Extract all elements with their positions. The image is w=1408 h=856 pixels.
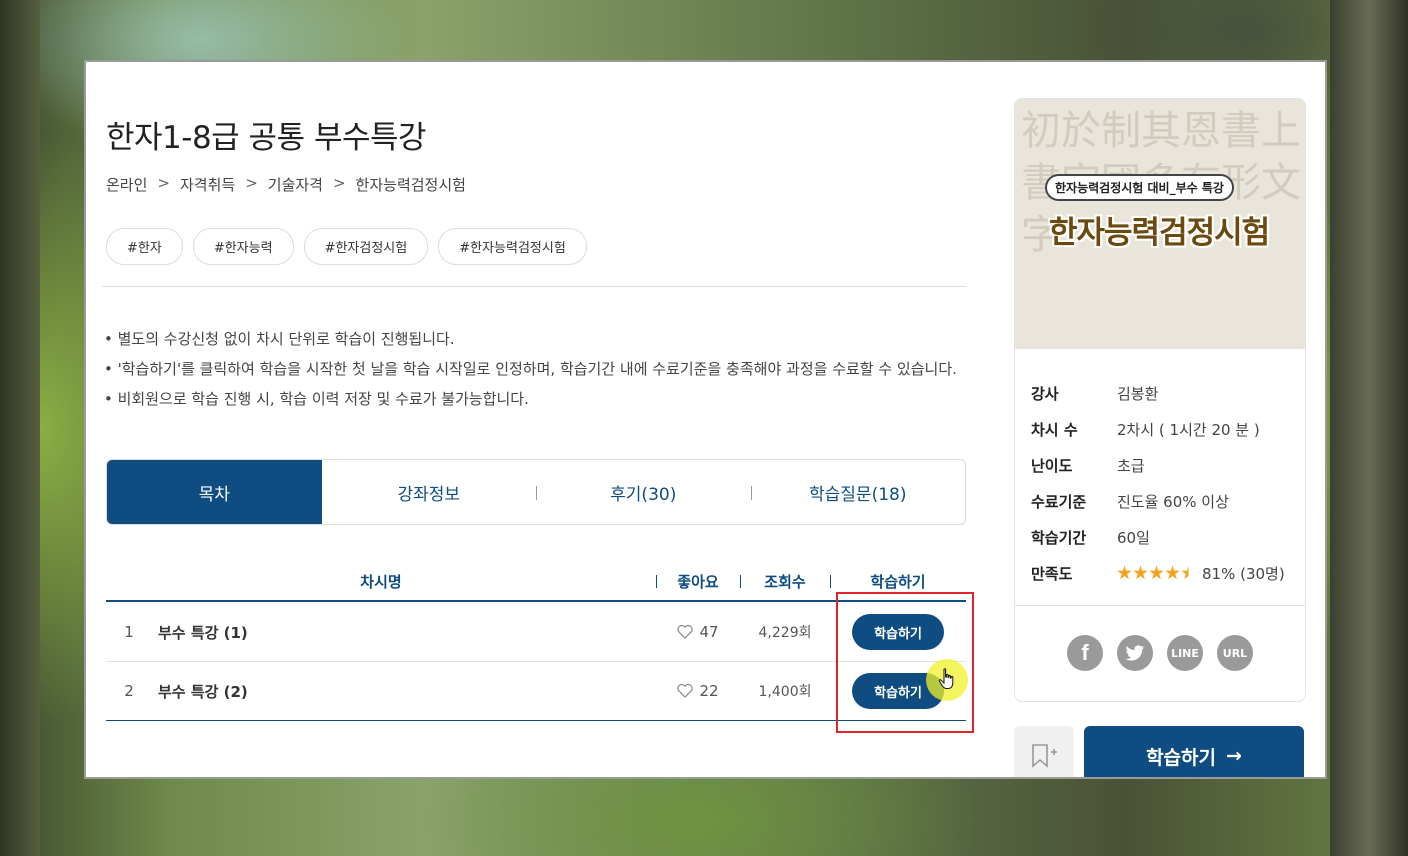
lesson-number: 1 bbox=[124, 623, 134, 641]
thumbnail-headline: 한자능력검정시험 bbox=[1049, 215, 1270, 251]
star-icon bbox=[1133, 565, 1148, 580]
info-value: 60일 bbox=[1117, 528, 1150, 547]
info-value: 초급 bbox=[1117, 456, 1145, 475]
divider bbox=[102, 286, 966, 287]
tag-list: #한자 #한자능력 #한자검정시험 #한자능력검정시험 bbox=[106, 228, 587, 265]
tab-course-info[interactable]: 강좌정보 bbox=[322, 460, 537, 524]
breadcrumb-item[interactable]: 기술자격 bbox=[268, 174, 323, 195]
course-tabs: 목차 강좌정보 후기(30) 학습질문(18) bbox=[106, 459, 966, 525]
bookmark-add-icon bbox=[1032, 744, 1057, 768]
likes-count: 47 bbox=[699, 623, 719, 641]
rating-stars bbox=[1117, 565, 1196, 581]
info-key: 차시 수 bbox=[1031, 420, 1078, 439]
info-key: 강사 bbox=[1031, 384, 1059, 403]
tree-trunk bbox=[0, 0, 40, 856]
arrow-right-icon: → bbox=[1226, 745, 1242, 767]
info-value: 진도율 60% 이상 bbox=[1117, 492, 1229, 511]
info-key: 학습기간 bbox=[1031, 528, 1087, 547]
note-line: • 별도의 수강신청 없이 차시 단위로 학습이 진행됩니다. bbox=[104, 330, 455, 348]
tag-chip[interactable]: #한자검정시험 bbox=[303, 228, 429, 265]
course-info-list: 강사 김봉환 차시 수 2차시 ( 1시간 20 분 ) 난이도 초급 수료기준 진도율… bbox=[1031, 375, 1285, 591]
tab-questions[interactable]: 학습질문(18) bbox=[750, 460, 966, 524]
course-notes: • 별도의 수강신청 없이 차시 단위로 학습이 진행됩니다. • '학습하기'… bbox=[104, 324, 957, 414]
tab-reviews[interactable]: 후기(30) bbox=[536, 460, 751, 524]
info-key: 만족도 bbox=[1031, 564, 1073, 583]
hand-cursor-icon bbox=[938, 668, 954, 689]
divider bbox=[1015, 605, 1305, 606]
course-thumbnail: 初於制其恩書上書字國多有形文字 한자능력검정시험 대비_부수 특강 한자능력검정… bbox=[1015, 99, 1305, 349]
course-summary-card: 初於制其恩書上書字國多有形文字 한자능력검정시험 대비_부수 특강 한자능력검정… bbox=[1014, 98, 1306, 702]
likes-cell: 22 bbox=[656, 682, 740, 700]
tab-toc[interactable]: 목차 bbox=[107, 460, 322, 524]
col-views: 조회수 bbox=[740, 571, 830, 592]
heart-icon[interactable] bbox=[677, 684, 694, 698]
start-study-button[interactable]: 학습하기 → bbox=[1084, 726, 1304, 777]
star-icon bbox=[1117, 565, 1132, 580]
views-count: 1,400회 bbox=[758, 684, 812, 700]
tag-chip[interactable]: #한자능력검정시험 bbox=[438, 228, 587, 265]
note-line: • '학습하기'를 클릭하여 학습을 시작한 첫 날을 학습 시작일로 인정하며… bbox=[104, 360, 957, 378]
col-study: 학습하기 bbox=[830, 571, 966, 592]
breadcrumb-item[interactable]: 온라인 bbox=[106, 174, 147, 195]
info-key: 수료기준 bbox=[1031, 492, 1087, 511]
info-key: 난이도 bbox=[1031, 456, 1073, 475]
lesson-number: 2 bbox=[124, 682, 134, 700]
chevron-right-icon: > bbox=[157, 174, 170, 192]
note-line: • 비회원으로 학습 진행 시, 학습 이력 저장 및 수료가 불가능합니다. bbox=[104, 390, 529, 408]
tree-trunk bbox=[1330, 0, 1408, 856]
page-title: 한자1-8급 공통 부수특강 bbox=[106, 120, 427, 156]
breadcrumb-item[interactable]: 한자능력검정시험 bbox=[356, 174, 466, 195]
url-icon[interactable]: URL bbox=[1217, 635, 1253, 671]
share-buttons: f LINE URL bbox=[1067, 635, 1253, 671]
breadcrumb: 온라인 > 자격취득 > 기술자격 > 한자능력검정시험 bbox=[106, 174, 466, 195]
info-value: 2차시 ( 1시간 20 분 ) bbox=[1117, 420, 1260, 439]
course-window: 한자1-8급 공통 부수특강 온라인 > 자격취득 > 기술자격 > 한자능력검정시험… bbox=[84, 60, 1327, 779]
heart-icon[interactable] bbox=[677, 625, 694, 639]
info-value: 김봉환 bbox=[1117, 384, 1159, 403]
chevron-right-icon: > bbox=[245, 174, 258, 192]
tag-chip[interactable]: #한자능력 bbox=[192, 228, 294, 265]
lesson-name: 부수 특강 (1) bbox=[158, 623, 248, 642]
col-lesson-name: 차시명 bbox=[360, 572, 402, 591]
star-icon bbox=[1165, 565, 1180, 580]
views-count: 4,229회 bbox=[758, 625, 812, 641]
half-star-icon bbox=[1181, 565, 1196, 580]
likes-count: 22 bbox=[699, 682, 719, 700]
star-icon bbox=[1149, 565, 1164, 580]
col-likes: 좋아요 bbox=[656, 571, 740, 592]
facebook-icon[interactable]: f bbox=[1067, 635, 1103, 671]
thumbnail-subtitle: 한자능력검정시험 대비_부수 특강 bbox=[1045, 174, 1234, 201]
likes-cell: 47 bbox=[656, 623, 740, 641]
lesson-name: 부수 특강 (2) bbox=[158, 682, 248, 701]
breadcrumb-item[interactable]: 자격취득 bbox=[180, 174, 235, 195]
start-study-label: 학습하기 bbox=[1146, 746, 1216, 769]
rating-value: 81% (30명) bbox=[1202, 564, 1285, 583]
bookmark-button[interactable] bbox=[1014, 726, 1074, 777]
chevron-right-icon: > bbox=[332, 174, 346, 192]
twitter-icon[interactable] bbox=[1117, 635, 1153, 671]
tag-chip[interactable]: #한자 bbox=[106, 228, 183, 265]
line-icon[interactable]: LINE bbox=[1167, 635, 1203, 671]
